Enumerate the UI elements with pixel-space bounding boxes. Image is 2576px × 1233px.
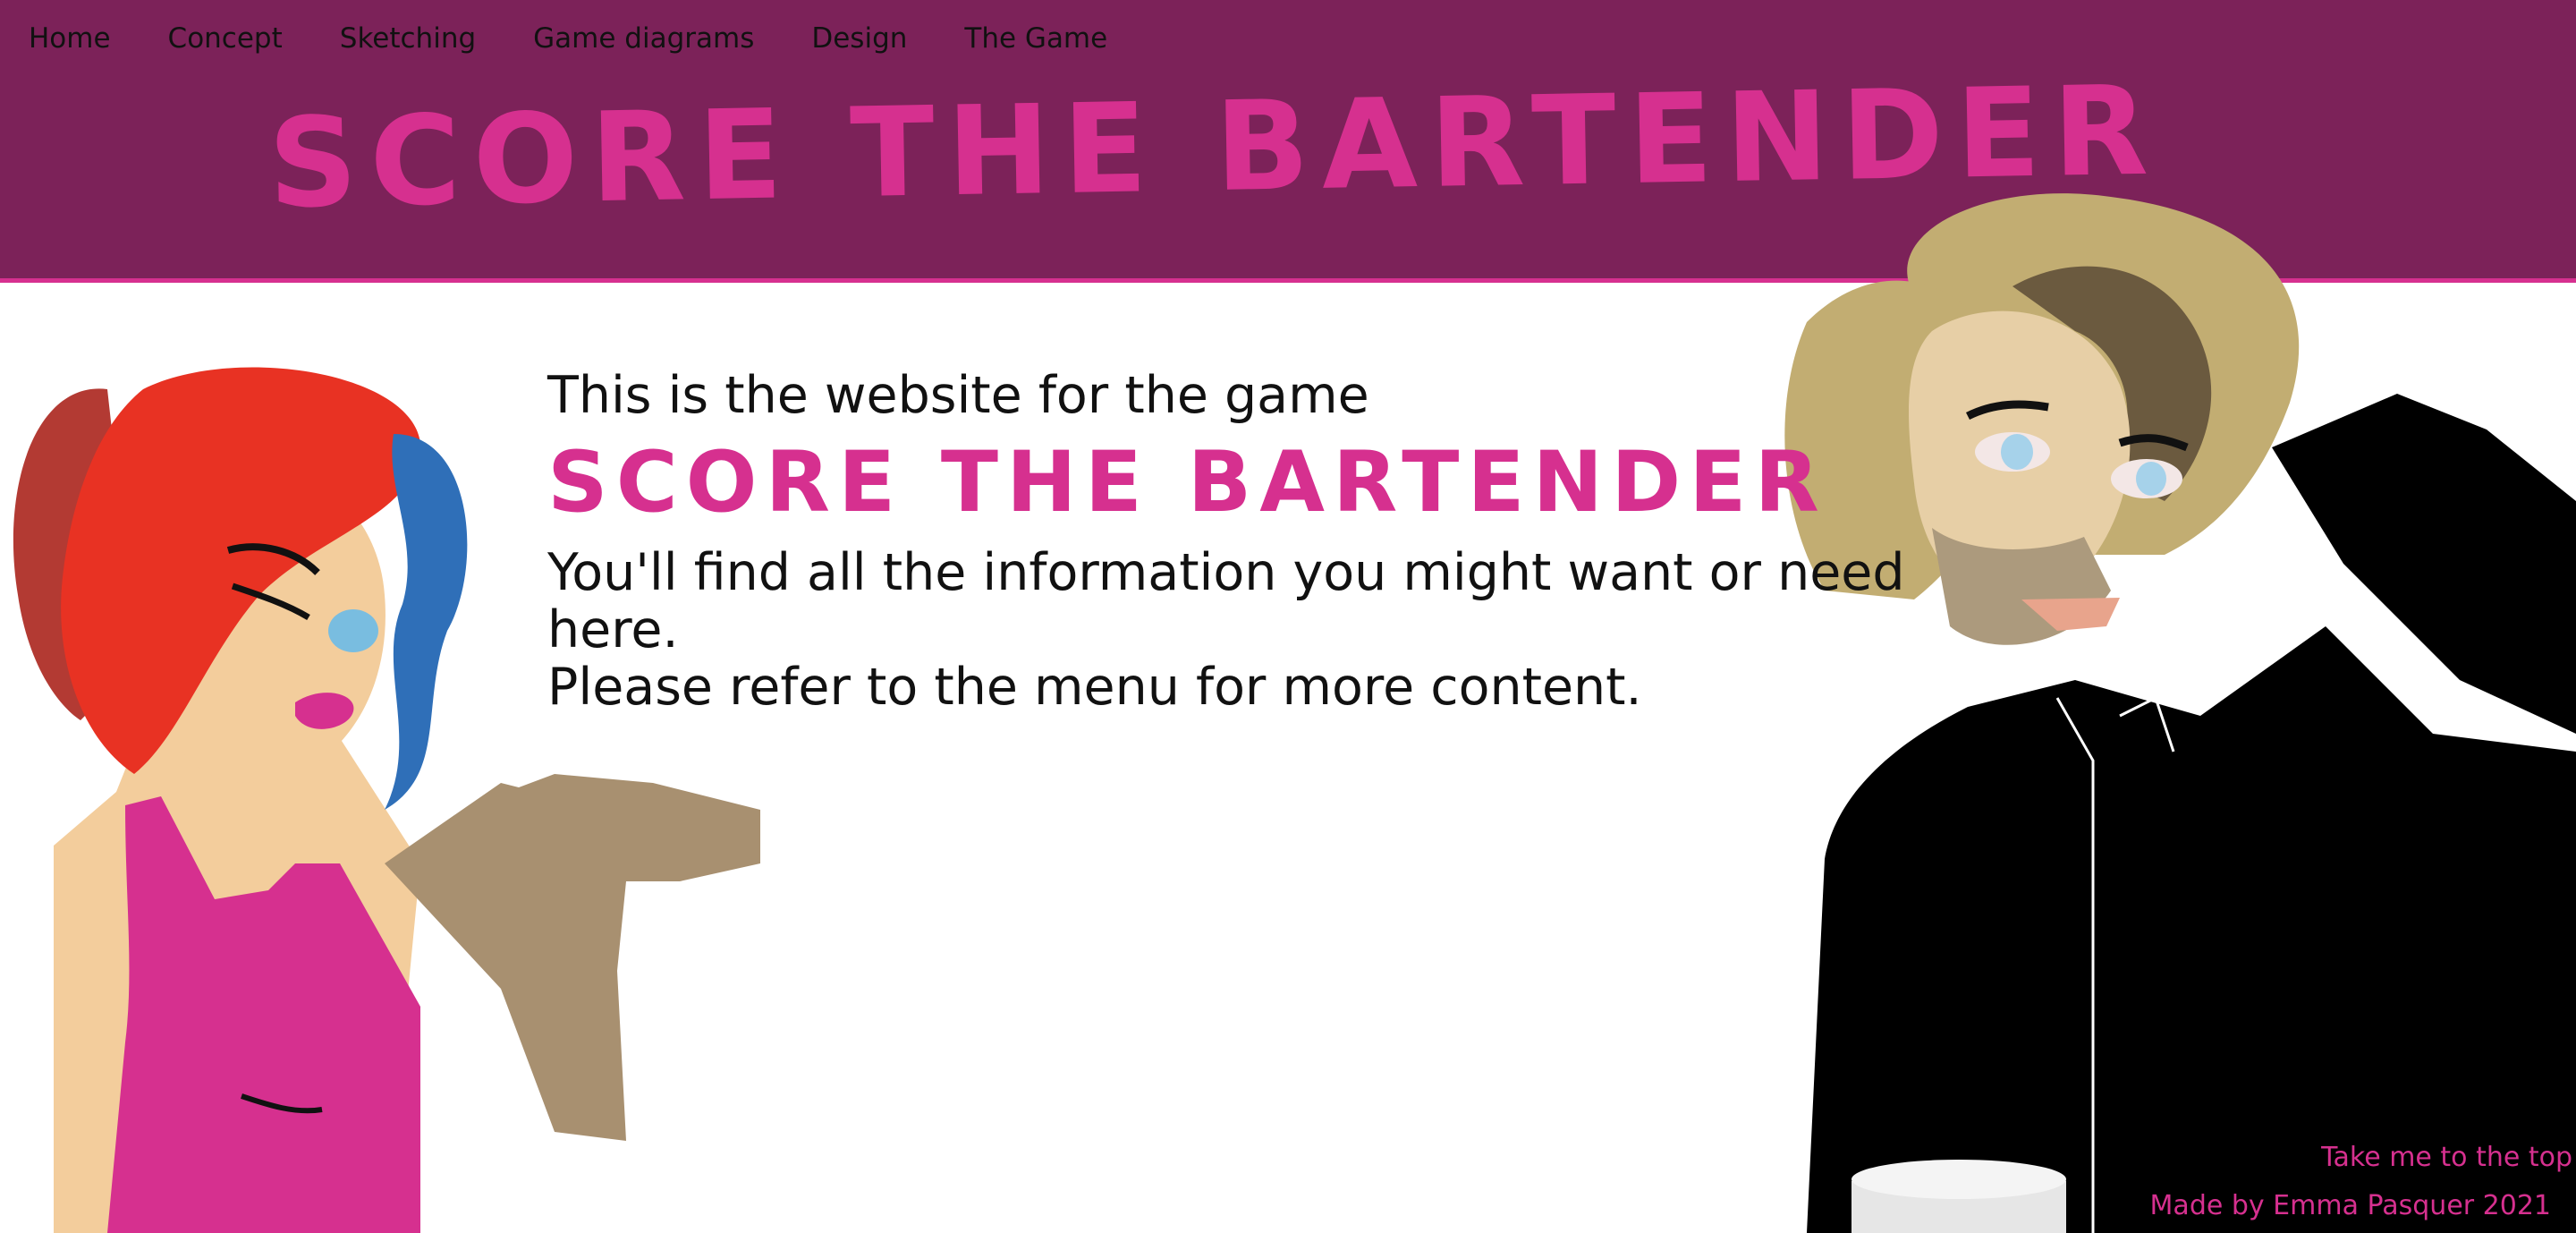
main-nav: Home Concept Sketching Game diagrams Des… — [29, 20, 1165, 57]
intro-line-1: This is the website for the game — [547, 366, 1369, 425]
nav-item-the-game[interactable]: The Game — [964, 20, 1107, 57]
nav-item-game-diagrams[interactable]: Game diagrams — [533, 20, 754, 57]
intro-section: This is the website for the game SCORE T… — [547, 367, 1907, 716]
nav-item-sketching[interactable]: Sketching — [340, 20, 476, 57]
nav-item-concept[interactable]: Concept — [168, 20, 283, 57]
nav-item-home[interactable]: Home — [29, 20, 111, 57]
nav-item-design[interactable]: Design — [811, 20, 907, 57]
intro-logo: SCORE THE BARTENDER — [547, 434, 1827, 531]
intro-line-2: You'll find all the information you migh… — [547, 543, 1905, 659]
intro-line-3: Please refer to the menu for more conten… — [547, 658, 1642, 717]
back-to-top-link[interactable]: Take me to the top — [2321, 1142, 2572, 1173]
footer-credit: Made by Emma Pasquer 2021 — [2149, 1190, 2551, 1221]
